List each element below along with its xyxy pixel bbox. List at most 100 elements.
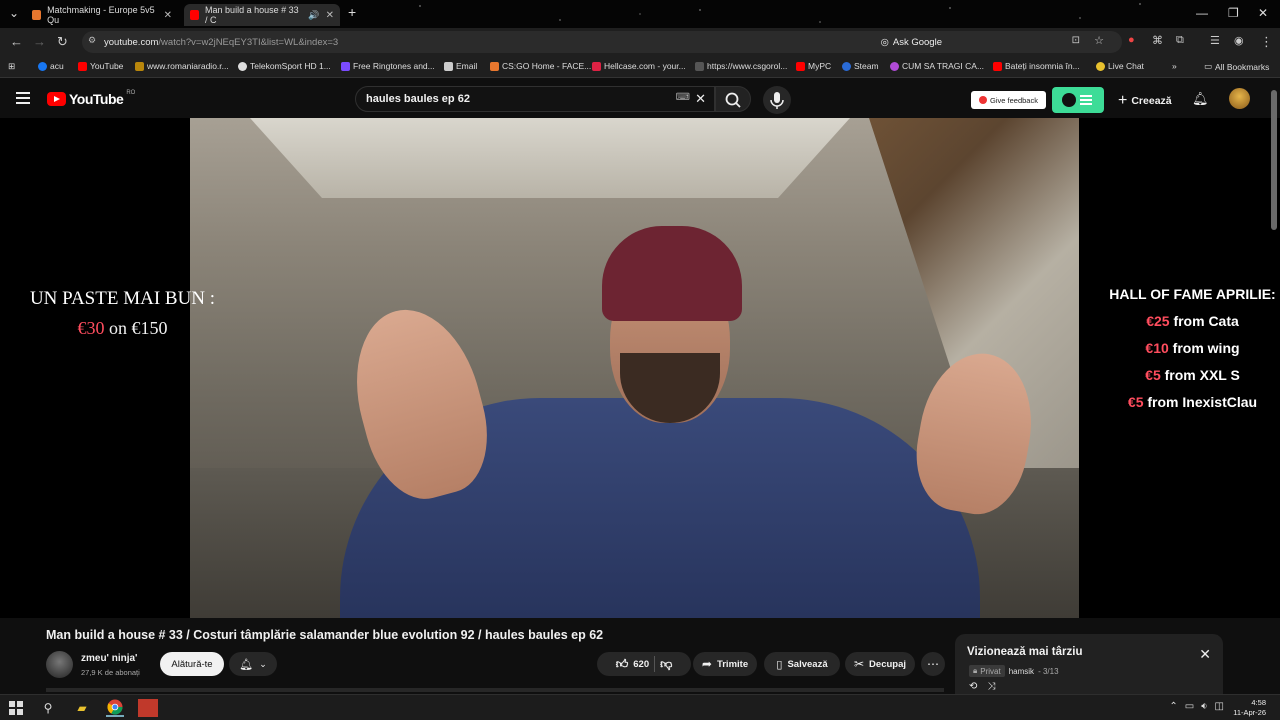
ask-google-button[interactable]: ◎ Ask Google	[881, 34, 942, 50]
show-hidden-icons-icon[interactable]: ⌃	[1169, 701, 1177, 712]
notifications-icon[interactable]: 🔔︎	[1192, 91, 1209, 107]
close-window-button[interactable]: ✕	[1258, 6, 1268, 20]
privacy-badge: 🔒︎ Privat	[969, 665, 1005, 677]
youtube-logo[interactable]: YouTube RO	[47, 90, 135, 107]
bookmark-item[interactable]: Live Chat	[1096, 61, 1144, 71]
shuffle-icon[interactable]: ⤨	[987, 681, 995, 692]
tab-matchmaking[interactable]: Matchmaking - Europe 5v5 Qu ✕	[26, 4, 178, 26]
bookmark-icon: ▯	[776, 658, 783, 671]
bookmark-item[interactable]: TelekomSport HD 1...	[238, 61, 331, 71]
share-arrow-icon: ➦	[701, 657, 712, 671]
thumbs-up-icon: 👍︎	[615, 656, 629, 671]
reload-button[interactable]: ↻	[57, 34, 68, 50]
loop-icon[interactable]: ⟲	[969, 681, 977, 692]
close-playlist-icon[interactable]: ✕	[1199, 646, 1211, 663]
video-player[interactable]: UN PASTE MAI BUN : €30 on €150 HALL OF F…	[0, 118, 1280, 618]
audio-playing-icon[interactable]: 🔊	[308, 10, 319, 21]
bookmarks-bar: ⊞ acu YouTube www.romaniaradio.r... Tele…	[0, 56, 1280, 78]
more-bookmarks-icon[interactable]: »	[1172, 61, 1177, 71]
install-app-icon[interactable]: ⊡	[1072, 35, 1080, 46]
close-tab-icon[interactable]: ✕	[164, 10, 172, 21]
more-actions-button[interactable]: ⋯	[921, 652, 945, 676]
description-box-edge	[46, 688, 944, 692]
voice-search-button[interactable]	[763, 86, 791, 114]
youtube-header: YouTube RO haules baules ep 62 ⌨ ✕ Give …	[0, 79, 1280, 119]
hall-entry: €5 from InexistClau	[1127, 394, 1258, 410]
save-button[interactable]: ▯ Salvează	[764, 652, 840, 676]
bookmark-item[interactable]: Free Ringtones and...	[341, 61, 435, 71]
reading-list-icon[interactable]: ☰	[1210, 34, 1220, 47]
bookmark-item[interactable]: MyPC	[796, 61, 831, 71]
browser-tabstrip: ⌄ Matchmaking - Europe 5v5 Qu ✕ Man buil…	[0, 0, 1280, 28]
profile-icon[interactable]: ◉	[1234, 34, 1244, 47]
channel-name[interactable]: zmeu' ninja'	[81, 653, 137, 664]
file-explorer-icon[interactable]: ▰	[73, 699, 91, 717]
extension-menu-button[interactable]	[1052, 87, 1104, 113]
bookmark-item[interactable]: CUM SA TRAGI CA...	[890, 61, 984, 71]
bookmark-item[interactable]: Bateți insomnia în...	[993, 61, 1080, 71]
restore-button[interactable]: ❐	[1228, 6, 1239, 20]
volume-icon[interactable]: 🔉︎	[1201, 701, 1207, 712]
forward-button[interactable]: →	[33, 34, 46, 49]
bookmark-item[interactable]: Email	[444, 61, 477, 71]
donation-goal-overlay: UN PASTE MAI BUN : €30 on €150	[29, 288, 216, 338]
extensions-puzzle-icon[interactable]: ⧉	[1176, 34, 1184, 47]
google-lens-icon: ◎	[880, 36, 889, 48]
keyboard-icon[interactable]: ⌨	[676, 92, 690, 103]
bookmark-item[interactable]: Steam	[842, 61, 879, 71]
network-icon[interactable]: ▭	[1185, 701, 1194, 712]
recorder-app-icon[interactable]	[138, 699, 158, 717]
clip-button[interactable]: ✂ Decupaj	[845, 652, 915, 676]
bookmark-item[interactable]: Hellcase.com - your...	[592, 61, 686, 71]
bookmark-item[interactable]: https://www.csgorol...	[695, 61, 787, 71]
create-button[interactable]: + Creează	[1118, 92, 1172, 110]
like-button[interactable]: 👍︎ 620	[616, 657, 649, 672]
hall-entry: €25 from Cata	[1146, 313, 1239, 329]
new-tab-button[interactable]: +	[348, 4, 356, 20]
notification-preferences-button[interactable]: 🔔︎ ⌄	[229, 652, 277, 676]
channel-avatar[interactable]	[46, 651, 73, 678]
extension-icon[interactable]: ⌘	[1152, 34, 1163, 47]
playlist-meta: 🔒︎ Privat hamsik - 3/13	[969, 665, 1059, 677]
tab-search-icon[interactable]: ⌄	[9, 6, 19, 20]
give-feedback-button[interactable]: Give feedback	[971, 91, 1046, 109]
bookmark-item[interactable]: YouTube	[78, 61, 123, 71]
apps-grid-icon[interactable]: ⊞	[8, 61, 15, 72]
taskbar-clock[interactable]: 4:58 11-Apr-26	[1233, 698, 1266, 718]
bookmark-item[interactable]: www.romaniaradio.r...	[135, 61, 229, 71]
guide-menu-icon[interactable]	[16, 92, 30, 104]
minimize-button[interactable]: —	[1196, 6, 1208, 20]
chrome-icon[interactable]	[106, 699, 124, 717]
search-button[interactable]	[715, 86, 751, 112]
windows-taskbar: ⚲ ▰ ⌃ ▭ 🔉︎ ◫ 4:58 11-Apr-26	[0, 694, 1280, 720]
dislike-button[interactable]: 👎︎	[660, 657, 672, 672]
site-info-icon[interactable]: ⚙	[88, 35, 96, 46]
share-button[interactable]: ➦ Trimite	[693, 652, 757, 676]
back-button[interactable]: ←	[10, 34, 23, 49]
bookmark-item[interactable]: acu	[38, 61, 64, 71]
thumbs-down-icon: 👎︎	[660, 656, 673, 671]
all-bookmarks-folder[interactable]: ▭ All Bookmarks	[1204, 61, 1269, 72]
search-input[interactable]: haules baules ep 62 ⌨ ✕	[355, 86, 715, 112]
bookmark-item[interactable]: CS:GO Home - FACE...	[490, 61, 591, 71]
url-field[interactable]: ⚙ youtube.com/watch?v=w2jNEqEY3TI&list=W…	[82, 31, 1122, 53]
clear-search-icon[interactable]: ✕	[695, 91, 706, 107]
hall-entry: €10 from wing	[1145, 340, 1240, 356]
tab-youtube-video[interactable]: Man build a house # 33 / C 🔊 ✕	[184, 4, 340, 26]
bookmark-star-icon[interactable]: ☆	[1094, 34, 1104, 47]
menu-kebab-icon[interactable]: ⋮	[1260, 34, 1273, 50]
video-frame[interactable]	[190, 118, 1079, 618]
windows-start-icon[interactable]	[7, 699, 25, 717]
search-icon[interactable]: ⚲	[39, 699, 57, 717]
join-button[interactable]: Alătură-te	[160, 652, 224, 676]
notification-icon[interactable]: ◫	[1215, 701, 1224, 712]
extension-icon[interactable]: ●	[1128, 34, 1135, 46]
hall-entry: €5 from XXL S	[1145, 367, 1240, 383]
close-tab-icon[interactable]: ✕	[326, 10, 334, 21]
account-avatar[interactable]	[1229, 88, 1250, 109]
watch-later-playlist-panel: Vizionează mai târziu 🔒︎ Privat hamsik - …	[955, 634, 1223, 698]
hall-of-fame-overlay: HALL OF FAME APRILIE: €25 from Cata €10 …	[1100, 286, 1280, 410]
page-scrollbar[interactable]	[1271, 90, 1277, 230]
address-bar-row: ← → ↻ ⚙ youtube.com/watch?v=w2jNEqEY3TI&…	[0, 28, 1280, 56]
playlist-title[interactable]: Vizionează mai târziu	[967, 646, 1082, 658]
